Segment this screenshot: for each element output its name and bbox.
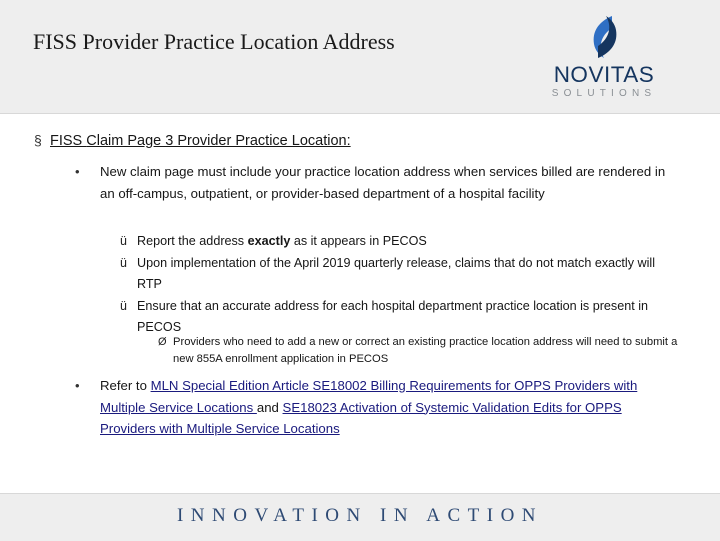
check-icon: ü (120, 298, 127, 313)
bullet-item-1-text: New claim page must include your practic… (100, 164, 666, 201)
novitas-logo: NOVITAS SOLUTIONS (514, 14, 694, 102)
page-title: FISS Provider Practice Location Address (33, 29, 395, 54)
arrow-bullet-icon: Ø (158, 336, 167, 348)
check-list: ü Report the address exactly as it appea… (120, 231, 680, 339)
slide-body: § FISS Claim Page 3 Provider Practice Loc… (0, 113, 720, 493)
level1-underlined: FISS (50, 133, 87, 149)
bullet-item-1: • New claim page must include your pract… (75, 161, 675, 204)
check-item-0-post: as it appears in PECOS (290, 234, 427, 248)
check-icon: ü (120, 255, 127, 270)
check-item-0-pre: Report the address (137, 234, 248, 248)
list-item: ü Upon implementation of the April 2019 … (120, 253, 680, 296)
slide: FISS Provider Practice Location Address … (0, 0, 720, 541)
bullet-dot-icon: • (75, 378, 80, 393)
sub-note-text: Providers who need to add a new or corre… (173, 336, 678, 365)
check-icon: ü (120, 234, 127, 248)
novitas-logo-mark (593, 16, 617, 58)
check-item-0-bold: exactly (247, 234, 291, 248)
sub-note: Ø Providers who need to add a new or cor… (158, 334, 688, 368)
level1-text: Claim Page 3 Provider Practice Location: (86, 133, 351, 149)
bullet-item-2: • Refer to MLN Special Edition Article S… (75, 375, 680, 440)
and-label: and (256, 399, 283, 415)
list-item: ü Ensure that an accurate address for ea… (120, 296, 680, 339)
bullet-dot-icon: • (75, 164, 80, 179)
level1-bullet: § FISS Claim Page 3 Provider Practice Loc… (34, 132, 694, 149)
slide-footer: INNOVATION IN ACTION (0, 493, 720, 541)
novitas-wordmark: NOVITAS (553, 62, 655, 87)
list-item: ü Report the address exactly as it appea… (120, 231, 680, 253)
check-item-1-text: Upon implementation of the April 2019 qu… (137, 255, 656, 292)
slide-header: FISS Provider Practice Location Address … (0, 0, 720, 114)
footer-tagline: INNOVATION IN ACTION (176, 505, 544, 526)
refer-to-label: Refer to (100, 378, 151, 393)
bullet-item-2-text: Refer to MLN Special Edition Article SE1… (100, 375, 680, 440)
section-bullet-icon: § (34, 132, 42, 148)
list-item: Ø Providers who need to add a new or cor… (158, 334, 688, 368)
check-item-2-text: Ensure that an accurate address for each… (137, 298, 649, 335)
novitas-subtitle: SOLUTIONS (551, 88, 657, 99)
